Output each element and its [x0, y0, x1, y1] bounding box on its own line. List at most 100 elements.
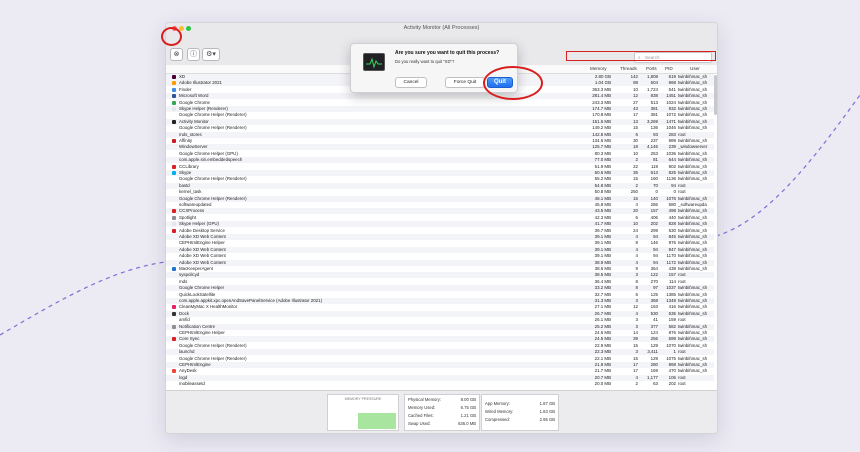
table-row[interactable]: mds 36.4 MB 8 270 114 root: [166, 279, 714, 285]
table-row[interactable]: MacKeeperAgent 38.6 MB 9 364 438 twinbit\mac_…: [166, 266, 714, 272]
process-user: twinbit\mac_sh: [678, 227, 708, 233]
process-threads: 142: [630, 74, 638, 79]
table-row[interactable]: Notification Centre 25.2 MB 3 377 582 twinbit…: [166, 323, 714, 330]
table-row[interactable]: Google Chrome Helper (Renderer) 22.1 MB 15…: [166, 356, 714, 362]
action-menu-button[interactable]: ⚙▾: [202, 48, 220, 61]
table-row[interactable]: Google Chrome Helper (GPU) 80.3 MB 10 253 10…: [166, 151, 714, 157]
process-name: kernel_task: [179, 189, 202, 195]
process-name: com.apple.appkit.xpc.openAndSavePanelSer…: [179, 298, 323, 303]
process-pid: 106: [668, 374, 676, 380]
column-header-ports[interactable]: Ports: [646, 66, 657, 71]
process-user: twinbit\mac_sh: [678, 310, 708, 316]
table-row[interactable]: Adobe XD Web Content 38.9 MB 4 94 1172 twinbi…: [166, 259, 714, 266]
process-pid: 1136: [666, 176, 676, 182]
process-memory: 54.8 MB: [594, 182, 611, 188]
table-row[interactable]: Core Sync 24.5 MB 39 256 599 twinbit\mac_sh: [166, 336, 714, 343]
process-user: twinbit\mac_sh: [678, 253, 708, 259]
process-pid: 1: [673, 349, 676, 355]
process-ports: 160: [650, 176, 658, 182]
table-row[interactable]: mobileassetd 20.0 MB 2 63 202 root: [166, 381, 714, 387]
table-row[interactable]: launchd 22.3 MB 3 3,411 1 root: [166, 349, 714, 356]
table-row[interactable]: Google Chrome 243.3 MB 27 513 1024 twinbit\ma…: [166, 100, 714, 106]
column-header-memory[interactable]: Memory: [590, 66, 607, 71]
table-row[interactable]: CCLibrary 61.9 MB 22 119 802 twinbit\mac_sh: [166, 164, 714, 170]
cancel-button[interactable]: Cancel: [395, 77, 427, 88]
table-row[interactable]: amfid 26.1 MB 3 41 159 root: [166, 317, 714, 323]
table-row[interactable]: Google Chrome Helper 33.2 MB 8 97 1037 twinbi…: [166, 285, 714, 292]
column-header-pid[interactable]: PID: [665, 66, 673, 71]
table-row[interactable]: Skype Helper (Renderer) 174.7 MB 43 381 932 t…: [166, 106, 714, 112]
process-ports: 1,808: [647, 74, 658, 79]
table-row[interactable]: CleanMyMac X HealthMonitor 27.1 MB 12 163 41…: [166, 304, 714, 310]
table-row[interactable]: mds_stores 142.8 MB 6 93 283 root: [166, 131, 714, 138]
dialog-message: Do you really want to quit "XD"?: [395, 59, 455, 64]
table-row[interactable]: CCXProcess 43.5 MB 20 157 498 twinbit\mac_sh: [166, 208, 714, 215]
table-row[interactable]: Google Chrome Helper (Renderer) 149.2 MB 1…: [166, 125, 714, 131]
process-pid: 1075: [666, 355, 676, 361]
table-row[interactable]: Skype Helper (GPU) 41.7 MB 10 202 828 twinbit…: [166, 221, 714, 228]
swap-used-label: Swap Used:: [408, 421, 431, 426]
selected-row-highlight: [566, 51, 716, 61]
table-row[interactable]: Google Chrome Helper (Renderer) 55.2 MB 15…: [166, 176, 714, 182]
process-name: mds: [179, 278, 188, 284]
process-icon: [172, 209, 176, 214]
table-row[interactable]: Dock 26.7 MB 4 530 535 twinbit\mac_sh: [166, 310, 714, 317]
table-row[interactable]: kernel_task 50.8 MB 250 0 0 root: [166, 189, 714, 195]
process-name: Google Chrome Helper (Renderer): [179, 112, 247, 118]
process-ports: 169: [650, 368, 658, 374]
physical-memory-value: 8.00 GB: [460, 397, 476, 402]
process-ports: 157: [650, 208, 658, 214]
table-row[interactable]: Google Chrome Helper (Renderer) 48.1 MB 15…: [166, 195, 714, 202]
table-row[interactable]: Spotlight 42.3 MB 6 406 440 twinbit\mac_sh: [166, 215, 714, 221]
process-pid: 825: [668, 170, 676, 175]
table-row[interactable]: WindowServer 125.7 MB 18 4,146 239 _windowser…: [166, 144, 714, 151]
process-ports: 122: [650, 272, 658, 278]
table-row[interactable]: Skype 60.6 MB 35 613 825 twinbit\mac_sh: [166, 170, 714, 176]
table-row[interactable]: Adobe Desktop Service 39.7 MB 24 299 530 twin…: [166, 228, 714, 234]
process-threads: 4: [635, 259, 638, 265]
table-row[interactable]: com.apple.siri.embeddedspeech 77.0 MB 2 81 6…: [166, 157, 714, 164]
process-user: _softwareupda: [678, 202, 707, 207]
table-row[interactable]: logd 20.7 MB 4 1,177 106 root: [166, 374, 714, 381]
table-row[interactable]: CEPHtmlEngine 21.8 MB 17 280 868 twinbit\mac_…: [166, 362, 714, 368]
table-row[interactable]: bastd 54.8 MB 2 70 94 root: [166, 182, 714, 189]
process-user: twinbit\mac_sh: [678, 336, 708, 342]
process-icon: [172, 107, 176, 111]
table-row[interactable]: Google Chrome Helper (Renderer) 22.9 MB 15…: [166, 343, 714, 349]
table-row[interactable]: Microsoft Word 281.4 MB 12 838 1451 twinbit\m…: [166, 93, 714, 100]
process-ports: 364: [650, 266, 658, 271]
stop-process-button[interactable]: ⊗: [170, 48, 183, 61]
table-row[interactable]: syspolicyd 38.5 MB 3 122 157 root: [166, 272, 714, 279]
table-row[interactable]: Adobe XD Web Content 39.1 MB 4 94 1170 twinbi…: [166, 253, 714, 259]
process-user: twinbit\mac_sh: [678, 138, 708, 143]
column-header-user[interactable]: User: [690, 66, 700, 71]
process-name: CCLibrary: [179, 163, 199, 169]
process-user: twinbit\mac_sh: [678, 125, 708, 131]
table-row[interactable]: Adobe XD Web Content 39.1 MB 4 94 847 twinbit…: [166, 246, 714, 253]
process-ports: 530: [650, 310, 658, 316]
process-memory: 38.5 MB: [594, 272, 611, 278]
process-ports: 1,724: [647, 86, 658, 92]
table-row[interactable]: AnyDesk 21.7 MB 17 169 470 twinbit\mac_sh: [166, 368, 714, 374]
process-user: twinbit\mac_sh: [678, 106, 708, 111]
table-row[interactable]: Google Chrome Helper (Renderer) 170.8 MB 1…: [166, 112, 714, 118]
process-icon: [172, 337, 176, 342]
column-header-threads[interactable]: Threads: [620, 66, 637, 71]
table-row[interactable]: CEPHtmlEngine Helper 24.6 MB 14 124 876 twinb…: [166, 330, 714, 336]
table-row[interactable]: Affinity 134.6 MB 30 237 989 twinbit\mac_sh: [166, 138, 714, 144]
table-row[interactable]: CEPHtmlEngine Helper 39.1 MB 8 146 976 twinbi…: [166, 240, 714, 246]
table-row[interactable]: Adobe XD Web Content 39.1 MB 4 94 845 twinbit…: [166, 234, 714, 240]
table-scrollbar[interactable]: [714, 75, 717, 115]
process-user: root: [678, 131, 686, 137]
table-row[interactable]: softwareupdated 45.8 MB 4 286 580 _softwareup…: [166, 202, 714, 208]
table-row[interactable]: Activity Monitor 151.6 MB 13 3,269 1471 twinb…: [166, 118, 714, 125]
force-quit-button[interactable]: Force Quit: [445, 77, 485, 88]
table-row[interactable]: com.apple.appkit.xpc.openAndSavePanelSer…: [166, 298, 714, 304]
process-user: twinbit\mac_sh: [678, 176, 708, 182]
process-user: twinbit\mac_sh: [678, 362, 708, 367]
table-row[interactable]: QuickLookSatellite 32.7 MB 6 125 1385 twinbit…: [166, 292, 714, 298]
inspect-process-button[interactable]: ⓘ: [187, 48, 200, 61]
process-name: Google Chrome Helper (Renderer): [179, 355, 247, 361]
process-threads: 15: [633, 342, 638, 348]
process-name: mobileassetd: [179, 381, 205, 387]
